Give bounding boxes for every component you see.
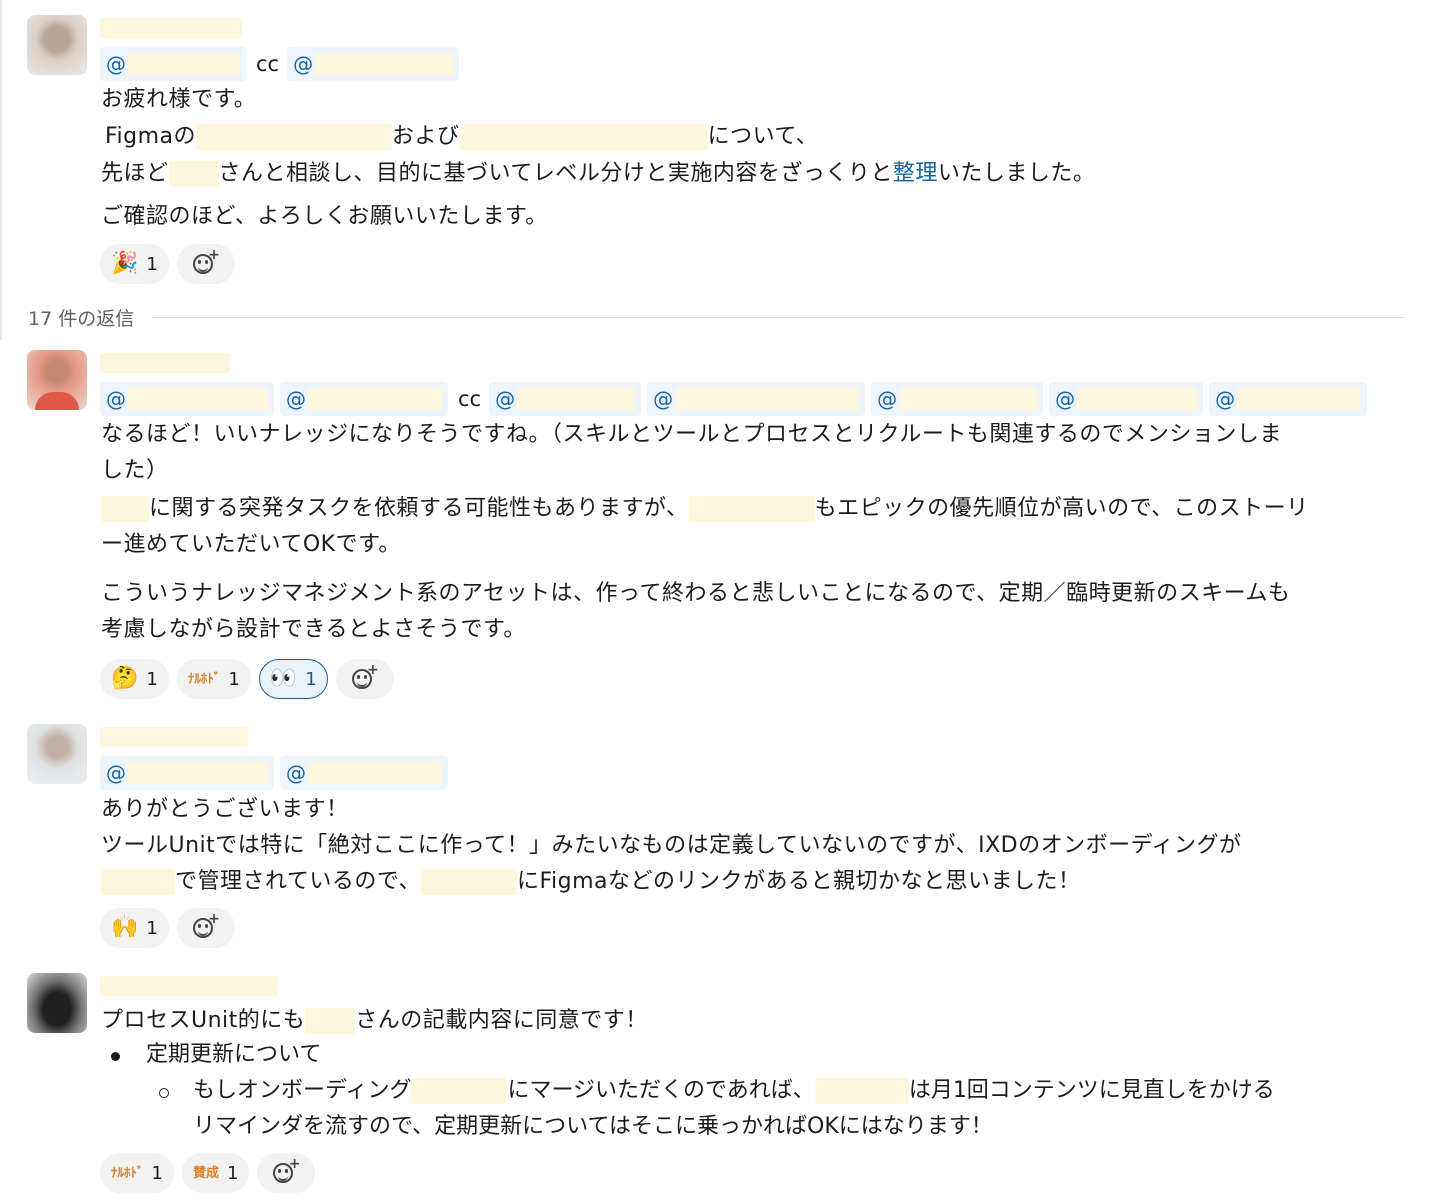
list-item: 定期更新について: [101, 1040, 1401, 1076]
reaction-naruhodo[interactable]: ﾅﾙﾎﾄﾞ 1: [176, 659, 251, 699]
reaction-celebrate[interactable]: 🎉 1: [100, 244, 169, 284]
naruhodo-emoji-icon: ﾅﾙﾎﾄﾞ: [111, 1165, 144, 1181]
reaction-thinking[interactable]: 🤔 1: [100, 659, 169, 699]
celebrate-emoji-icon: 🎉: [111, 251, 139, 276]
sub-bullet-text: もしオンボーディング にマージいただくのであれば、 は月1回コンテンツに見直しをかけ…: [193, 1078, 1275, 1104]
user-mention[interactable]: @: [280, 382, 448, 416]
naruhodo-emoji-icon: ﾅﾙﾎﾄﾞ: [187, 671, 221, 687]
reaction-eyes[interactable]: 👀 1: [258, 659, 328, 699]
sender-name[interactable]: [100, 727, 248, 747]
message-text: ご確認のほど、よろしくお願いいたします。: [101, 204, 548, 229]
add-reaction-icon: +: [273, 1157, 300, 1186]
user-mention[interactable]: @: [647, 382, 866, 416]
add-reaction-icon: +: [192, 912, 220, 941]
message-text: 考慮しながら設計できるとよさそうです。: [101, 617, 526, 642]
user-mention[interactable]: @: [287, 47, 460, 81]
reaction-count: 1: [146, 917, 158, 939]
reaction-count: 1: [151, 1162, 163, 1184]
reaction-count: 1: [146, 668, 158, 690]
mention-row: @ cc @: [100, 47, 465, 81]
list-item: リマインダを流すので、定期更新についてはそこに乗っかればOKにはなります！: [101, 1112, 1401, 1148]
sender-name[interactable]: [100, 18, 242, 38]
sub-bullet-text: リマインダを流すので、定期更新についてはそこに乗っかればOKにはなります！: [193, 1114, 993, 1139]
reaction-sansei[interactable]: 賛成 1: [181, 1153, 250, 1193]
reply-count[interactable]: 17 件の返信: [28, 304, 134, 331]
add-reaction-icon: +: [351, 663, 379, 692]
reaction-count: 1: [228, 668, 240, 690]
message-text: 先ほど さんと相談し、目的に基づいてレベル分けと実施内容をざっくりと整理いたしまし…: [101, 161, 1096, 187]
eyes-emoji-icon: 👀: [269, 666, 298, 691]
user-mention[interactable]: @: [100, 756, 274, 790]
user-mention[interactable]: @: [1049, 382, 1204, 416]
divider-line: [152, 317, 1404, 318]
user-mention[interactable]: @: [871, 382, 1044, 416]
reaction-count: 1: [305, 668, 317, 690]
list-item: もしオンボーディング にマージいただくのであれば、 は月1回コンテンツに見直しをかけ…: [101, 1076, 1401, 1112]
message-text: ー進めていただいてOKです。: [101, 532, 401, 557]
message-text: プロセスUnit的にも さんの記載内容に同意です！: [101, 1008, 648, 1034]
add-reaction-button[interactable]: +: [176, 244, 235, 284]
sansei-emoji-icon: 賛成: [192, 1165, 219, 1181]
cc-label: cc: [256, 52, 280, 76]
message-text: Figmaの および について、: [105, 124, 819, 150]
message-text: ありがとうございます！: [101, 797, 349, 822]
reaction-count: 1: [146, 253, 158, 275]
link[interactable]: 整理: [893, 161, 938, 186]
user-mention[interactable]: @: [1209, 382, 1368, 416]
bullet-dot: [111, 1052, 120, 1061]
reactions: ﾅﾙﾎﾄﾞ 1 賛成 1 +: [100, 1153, 323, 1193]
reactions: 🤔 1 ﾅﾙﾎﾄﾞ 1 👀 1 +: [100, 659, 402, 699]
add-reaction-button[interactable]: +: [257, 1153, 316, 1193]
reactions: 🎉 1 +: [100, 244, 243, 284]
mention-row: @ @ cc @ @ @ @ @: [100, 382, 1373, 416]
sub-bullet-circle: [159, 1088, 169, 1098]
replies-divider: 17 件の返信: [28, 304, 1404, 331]
user-mention[interactable]: @: [489, 382, 642, 416]
message-text: で管理されているので、 にFigmaなどのリンクがあると親切かなと思いました！: [101, 867, 1081, 897]
reactions: 🙌 1 +: [100, 908, 243, 948]
message-text: お疲れ様です。: [101, 87, 257, 112]
avatar[interactable]: [27, 350, 87, 410]
mention-row: @ @: [100, 756, 454, 790]
message-text: こういうナレッジマネジメント系のアセットは、作って終わると悲しいことになるので、…: [101, 581, 1291, 606]
message-text: ツールUnitでは特に「絶対ここに作って！」みたいなものは定義していないのですが…: [101, 833, 1242, 858]
message-text: した）: [101, 458, 169, 483]
cc-label: cc: [458, 387, 482, 411]
reaction-count: 1: [226, 1162, 239, 1184]
user-mention[interactable]: @: [280, 756, 448, 790]
reaction-raised-hands[interactable]: 🙌 1: [100, 908, 169, 948]
thread-rule: [0, 0, 2, 340]
raised-hands-emoji-icon: 🙌: [111, 915, 139, 940]
message-text: に関する突発タスクを依頼する可能性もありますが、 もエピックの優先順位が高いので、…: [101, 494, 1309, 524]
sender-name[interactable]: [100, 976, 278, 996]
avatar[interactable]: [27, 724, 87, 784]
add-reaction-icon: +: [192, 248, 220, 277]
user-mention[interactable]: @: [100, 382, 274, 416]
avatar[interactable]: [27, 973, 87, 1033]
message-text: なるほど！いいナレッジになりそうですね。（スキルとツールとプロセスとリクルートも…: [101, 422, 1282, 447]
thinking-emoji-icon: 🤔: [111, 666, 139, 691]
sender-name[interactable]: [100, 353, 230, 373]
bullet-text: 定期更新について: [146, 1042, 322, 1067]
add-reaction-button[interactable]: +: [176, 908, 235, 948]
user-mention[interactable]: @: [100, 47, 246, 81]
bullet-list: 定期更新について もしオンボーディング にマージいただくのであれば、 は月1回コンテ…: [101, 1040, 1401, 1148]
add-reaction-button[interactable]: +: [335, 659, 394, 699]
reaction-naruhodo[interactable]: ﾅﾙﾎﾄﾞ 1: [100, 1153, 174, 1193]
avatar[interactable]: [27, 15, 87, 75]
